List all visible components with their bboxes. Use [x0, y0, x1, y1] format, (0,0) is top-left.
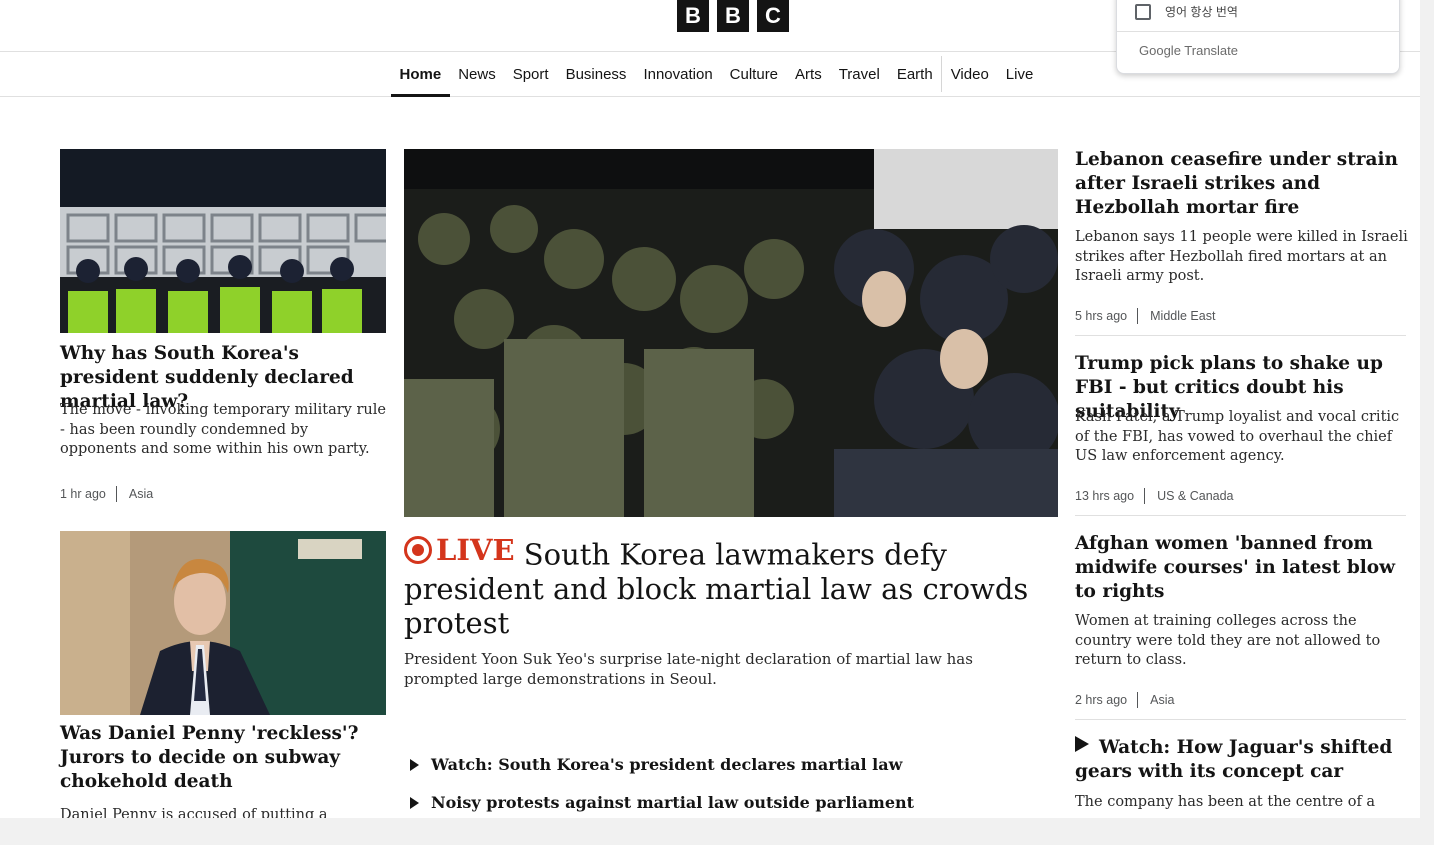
google-translate-brand: Google Translate: [1139, 43, 1239, 58]
logo-letter: B: [717, 0, 749, 32]
story-timestamp: 5 hrs ago: [1075, 309, 1128, 323]
play-icon: [410, 796, 419, 809]
nav-item-news[interactable]: News: [450, 52, 505, 96]
nav-item-arts[interactable]: Arts: [787, 52, 831, 96]
logo-letter: B: [677, 0, 709, 32]
browser-bottom-bar: [0, 818, 1434, 845]
live-indicator-icon: [404, 536, 432, 565]
meta-divider: [1137, 308, 1139, 324]
related-link-text: Noisy protests against martial law outsi…: [431, 793, 915, 812]
related-link-text: Watch: South Korea's president declares …: [431, 755, 903, 774]
nav-item-home[interactable]: Home: [391, 52, 450, 97]
video-story-headline[interactable]: Watch: How Jaguar's shifted gears with i…: [1075, 736, 1409, 784]
always-translate-label: 영어 항상 번역: [1165, 5, 1238, 19]
story-section-link[interactable]: US & Canada: [1157, 489, 1233, 503]
lead-story-summary: President Yoon Suk Yeo's surprise late-n…: [404, 650, 973, 688]
nav-item-business[interactable]: Business: [557, 52, 635, 96]
story-timestamp: 13 hrs ago: [1075, 489, 1135, 503]
nav-item-sport[interactable]: Sport: [504, 52, 557, 96]
lead-story-image[interactable]: [404, 149, 1058, 517]
soldiers-and-crowd-image: [404, 149, 1058, 517]
meta-divider: [115, 486, 117, 502]
nav-item-innovation[interactable]: Innovation: [635, 52, 721, 96]
lead-story-headline[interactable]: LIVE South Korea lawmakers defy presiden…: [404, 533, 1044, 641]
scrollbar-track[interactable]: [1420, 0, 1434, 818]
related-link[interactable]: Noisy protests against martial law outsi…: [410, 793, 914, 812]
story-summary: The company has been at the centre of a: [1075, 794, 1376, 810]
story-section-link[interactable]: Middle East: [1150, 309, 1215, 323]
nav-item-culture[interactable]: Culture: [721, 52, 786, 96]
story-summary: Women at training colleges across the co…: [1075, 613, 1381, 668]
story-headline[interactable]: Was Daniel Penny 'reckless'? Jurors to d…: [60, 722, 386, 794]
meta-divider: [1144, 488, 1146, 504]
story-image-police-line[interactable]: [60, 149, 386, 333]
story-headline[interactable]: Lebanon ceasefire under strain after Isr…: [1075, 148, 1409, 220]
nav-item-travel[interactable]: Travel: [830, 52, 888, 96]
story-summary: Lebanon says 11 people were killed in Is…: [1075, 229, 1408, 284]
story-meta: 2 hrs ago Asia: [1075, 692, 1174, 708]
story-image-penny[interactable]: [60, 531, 386, 715]
story-meta: 13 hrs ago US & Canada: [1075, 488, 1234, 504]
nav-item-live[interactable]: Live: [997, 52, 1042, 96]
story-divider: [1075, 515, 1406, 516]
related-link[interactable]: Watch: South Korea's president declares …: [410, 755, 902, 774]
story-section-link[interactable]: Asia: [1150, 693, 1174, 707]
man-in-suit-image: [60, 531, 386, 715]
play-icon: [410, 758, 419, 771]
logo-letter: C: [757, 0, 789, 32]
live-badge: LIVE: [404, 533, 515, 568]
story-section-link[interactable]: Asia: [129, 487, 153, 501]
story-headline[interactable]: Afghan women 'banned from midwife course…: [1075, 532, 1409, 604]
police-at-gate-image: [60, 149, 386, 333]
always-translate-option[interactable]: 영어 항상 번역: [1135, 3, 1238, 20]
nav-item-earth[interactable]: Earth: [888, 52, 941, 96]
story-summary: Daniel Penny is accused of putting a: [60, 807, 328, 818]
video-story-title-text: Watch: How Jaguar's shifted gears with i…: [1075, 737, 1393, 782]
story-timestamp: 2 hrs ago: [1075, 693, 1128, 707]
story-divider: [1075, 719, 1406, 720]
meta-divider: [1137, 692, 1139, 708]
nav-list: Home News Sport Business Innovation Cult…: [391, 52, 1042, 97]
story-summary: The move - invoking temporary military r…: [60, 402, 386, 457]
story-summary: Kash Patel, a Trump loyalist and vocal c…: [1075, 409, 1400, 464]
translate-popup: 영어 항상 번역 Google Translate: [1116, 0, 1400, 74]
story-divider: [1075, 335, 1406, 336]
story-meta: 5 hrs ago Middle East: [1075, 308, 1215, 324]
story-meta: 1 hr ago Asia: [60, 486, 153, 502]
live-label: LIVE: [436, 533, 515, 567]
story-timestamp: 1 hr ago: [60, 487, 106, 501]
nav-item-video[interactable]: Video: [942, 52, 997, 96]
play-icon: [1075, 736, 1089, 752]
translate-divider: [1117, 31, 1399, 32]
bbc-logo[interactable]: B B C: [677, 0, 789, 32]
always-translate-checkbox[interactable]: [1135, 3, 1151, 20]
